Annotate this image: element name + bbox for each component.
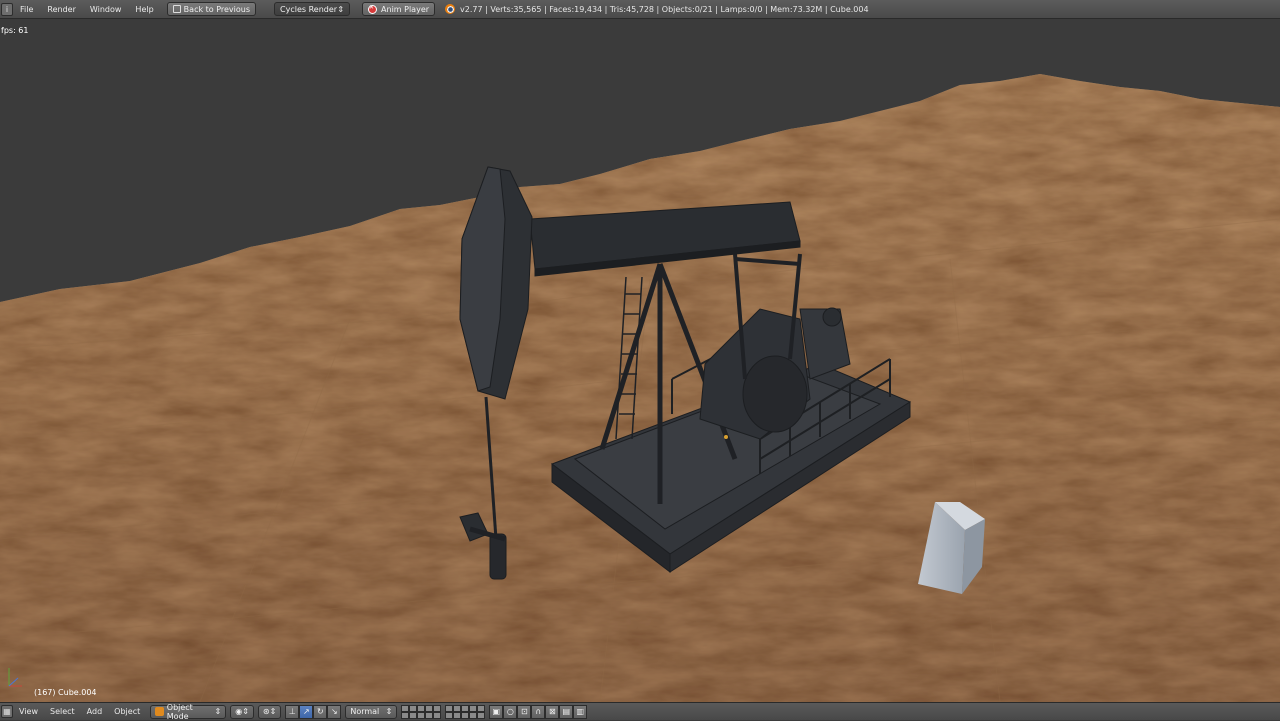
layer-toggle[interactable] [401, 704, 410, 712]
layer-toggle[interactable] [417, 704, 426, 712]
menu-view[interactable]: View [13, 707, 44, 716]
updown-arrow-icon: ⇕ [242, 707, 249, 716]
render-engine-label: Cycles Render [280, 4, 338, 14]
interaction-mode-select[interactable]: Object Mode ⇕ [150, 702, 227, 721]
viewport-shading-select[interactable]: ◉ ⇕ [230, 704, 254, 719]
pivot-point-select[interactable]: ⊛ ⇕ [257, 704, 282, 719]
layer-toggle[interactable] [425, 704, 434, 712]
editor-type-icon[interactable]: ▦ [1, 705, 13, 718]
layer-toggle[interactable] [453, 711, 462, 719]
menu-add[interactable]: Add [81, 707, 109, 716]
editor-type-icon[interactable]: i [1, 2, 13, 16]
updown-arrow-icon: ⇕ [337, 4, 345, 14]
pivot-icon: ⊛ [262, 707, 270, 716]
layer-toggle[interactable] [453, 704, 462, 712]
layer-toggle[interactable] [477, 704, 486, 712]
translate-manipulator-icon[interactable]: ↗ [299, 704, 314, 719]
layer-toggle[interactable] [477, 711, 486, 719]
viewport-header: ▦ View Select Add Object Object Mode ⇕ ◉… [0, 702, 1280, 721]
menu-file[interactable]: File [13, 5, 40, 14]
3d-viewport[interactable]: fps: 61 (167) Cube.004 [0, 19, 1280, 702]
layer-toggle[interactable] [433, 711, 442, 719]
menu-window[interactable]: Window [83, 5, 129, 14]
lock-camera-icon[interactable]: ▣ [489, 704, 504, 719]
cancel-icon [368, 4, 378, 14]
interaction-mode-label: Object Mode [166, 702, 193, 721]
snap-icon[interactable]: ⊡ [517, 704, 532, 719]
snap-element-icon[interactable]: ⊠ [545, 704, 560, 719]
info-header: i File Render Window Help Back to Previo… [0, 0, 1280, 19]
layer-toggle[interactable] [409, 704, 418, 712]
updown-arrow-icon: ⇕ [269, 707, 277, 716]
proportional-edit-icon[interactable]: ○ [503, 704, 518, 719]
menu-help[interactable]: Help [128, 5, 160, 14]
anim-player-button[interactable]: Anim Player [362, 2, 436, 16]
menu-object[interactable]: Object [108, 707, 146, 716]
layer-buttons-2 [445, 704, 486, 719]
terrain-mesh [0, 74, 1280, 702]
menu-select[interactable]: Select [44, 707, 81, 716]
manipulator-group: ⊥ ↗ ↻ ↘ [285, 704, 342, 719]
updown-arrow-icon: ⇕ [385, 707, 393, 716]
shading-icon: ◉ [235, 707, 243, 716]
render-image-icon[interactable]: ▤ [559, 704, 574, 719]
screen-icon [172, 5, 181, 13]
fps-counter: fps: 61 [1, 26, 29, 35]
back-to-previous-button[interactable]: Back to Previous [166, 2, 257, 16]
manipulator-toggle-icon[interactable]: ⊥ [285, 704, 300, 719]
rotate-manipulator-icon[interactable]: ↻ [313, 704, 328, 719]
anim-player-label: Anim Player [381, 4, 430, 14]
menu-render[interactable]: Render [40, 5, 82, 14]
layer-toggle[interactable] [461, 711, 470, 719]
layer-toggle[interactable] [469, 704, 478, 712]
layer-toggle[interactable] [445, 711, 454, 719]
axis-gizmo-icon [8, 668, 22, 687]
tools-group: ▣ ○ ⊡ ∩ ⊠ ▤ ▥ [489, 704, 588, 719]
object-info-label: (167) Cube.004 [34, 688, 97, 697]
object-mode-icon [155, 707, 164, 716]
magnet-icon[interactable]: ∩ [531, 704, 546, 719]
layer-toggle[interactable] [461, 704, 470, 712]
render-animation-icon[interactable]: ▥ [573, 704, 588, 719]
layer-toggle[interactable] [417, 711, 426, 719]
layer-toggle[interactable] [445, 704, 454, 712]
render-engine-select[interactable]: Cycles Render ⇕ [274, 2, 351, 16]
layer-toggle[interactable] [433, 704, 442, 712]
back-to-previous-label: Back to Previous [183, 4, 251, 14]
blender-logo-icon [445, 4, 456, 14]
layer-buttons [401, 704, 442, 719]
layer-toggle[interactable] [409, 711, 418, 719]
layer-toggle[interactable] [469, 711, 478, 719]
scale-manipulator-icon[interactable]: ↘ [327, 704, 342, 719]
transform-orientation-label: Normal [350, 707, 380, 716]
transform-orientation-select[interactable]: Normal ⇕ [345, 704, 398, 719]
layer-toggle[interactable] [401, 711, 410, 719]
viewport-scene [0, 74, 1280, 702]
updown-arrow-icon: ⇕ [214, 707, 222, 716]
scene-stats: v2.77 | Verts:35,565 | Faces:19,434 | Tr… [460, 4, 869, 14]
layer-toggle[interactable] [425, 711, 434, 719]
